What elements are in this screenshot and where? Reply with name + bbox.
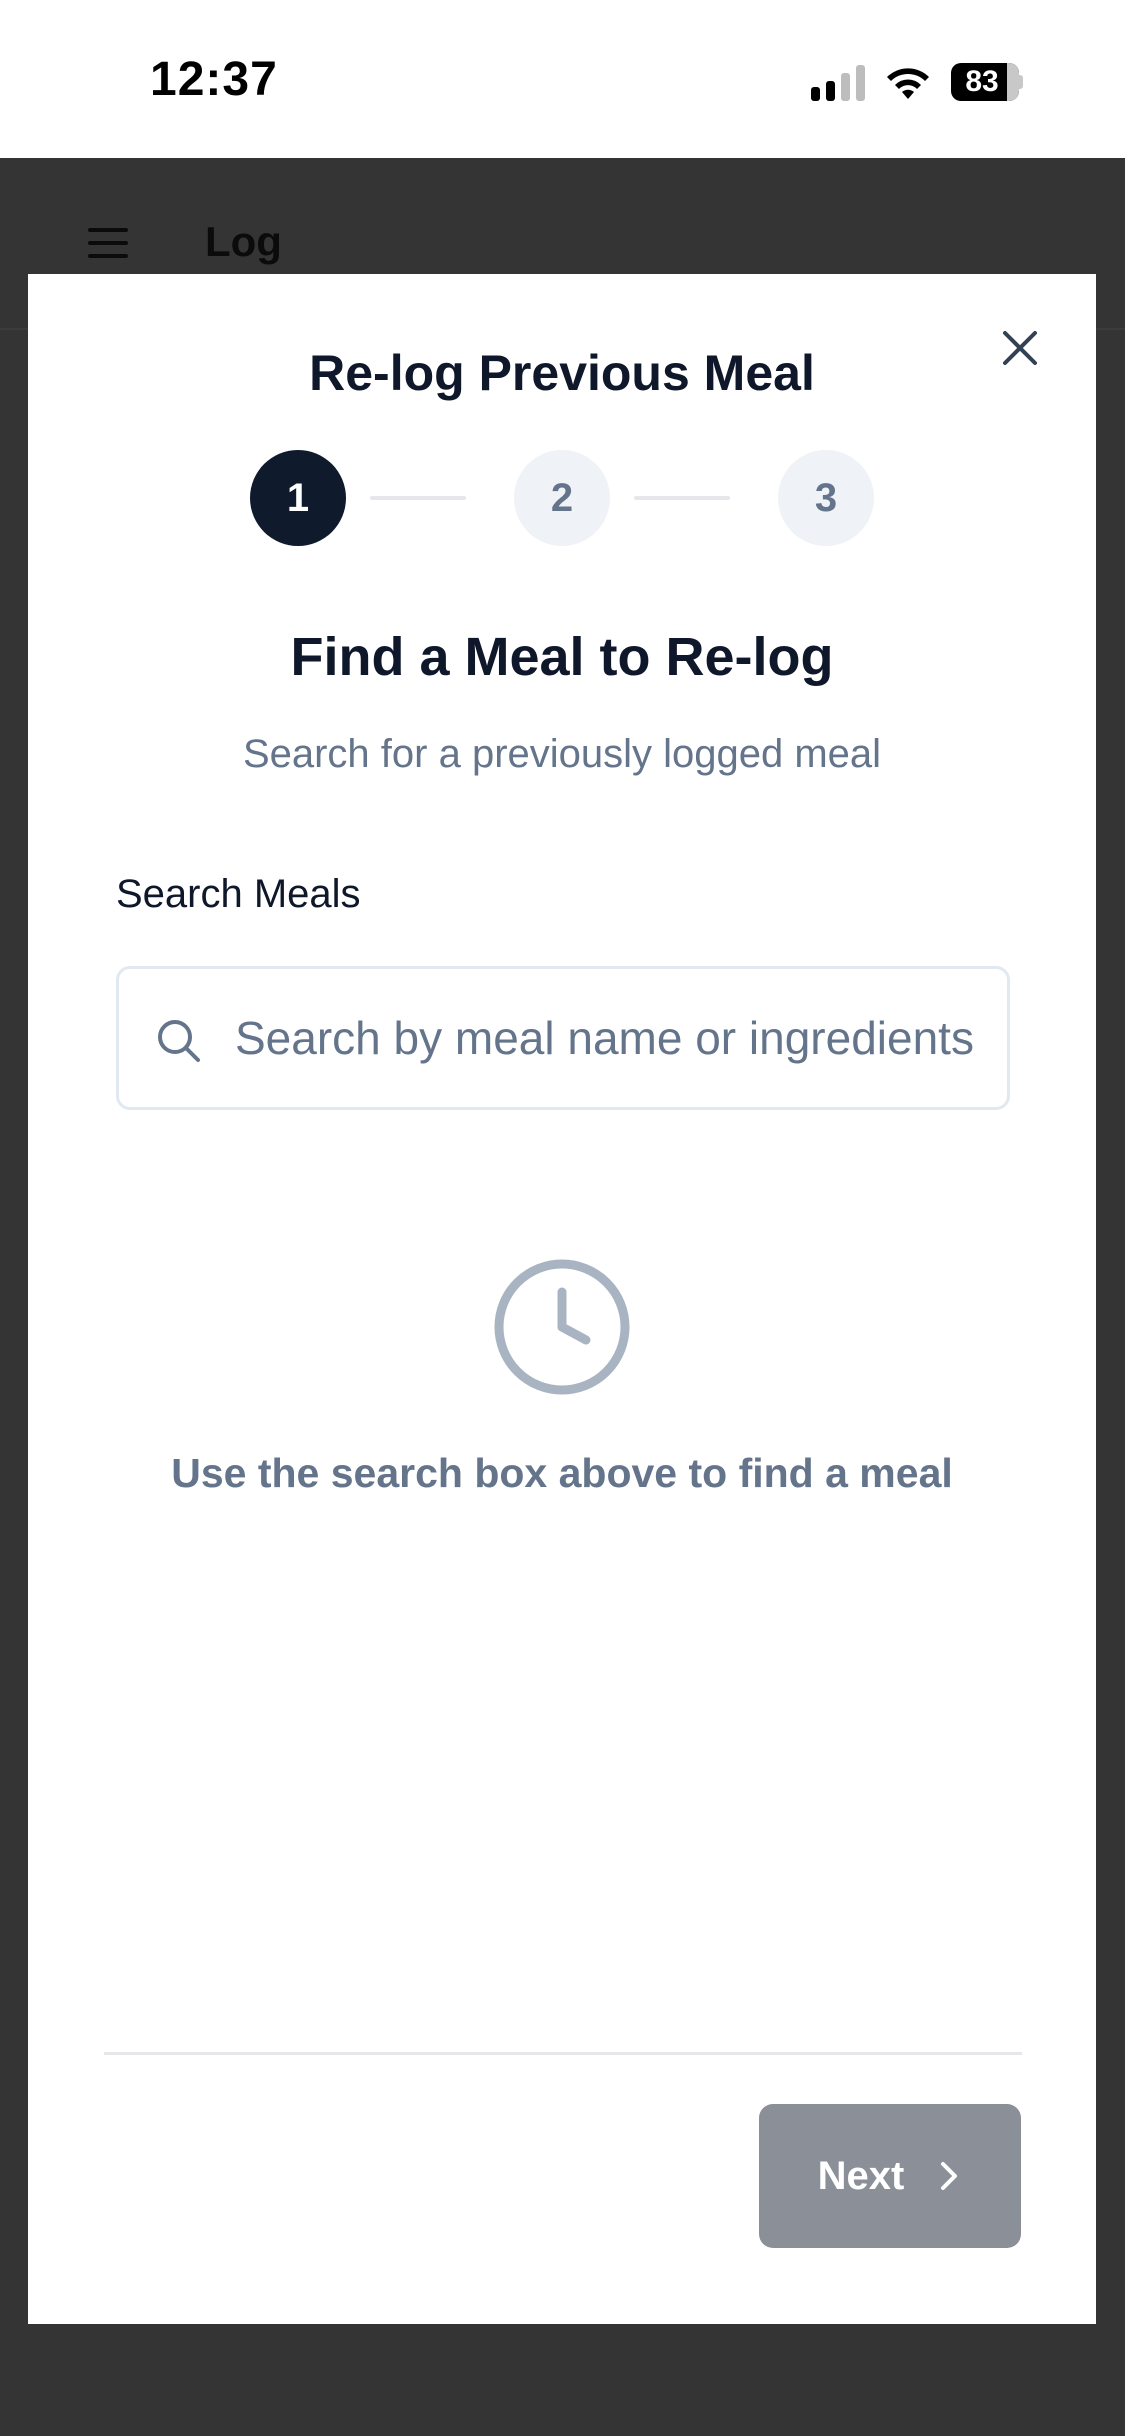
section-heading: Find a Meal to Re-log — [290, 627, 834, 687]
step-2: 2 — [514, 450, 610, 546]
battery-icon: 83 — [951, 63, 1023, 101]
status-bar: 12:37 83 — [0, 0, 1125, 158]
section-subtitle: Search for a previously logged meal — [242, 732, 882, 776]
battery-level: 83 — [965, 65, 999, 98]
stepper: 1 2 3 — [250, 450, 880, 546]
wifi-icon — [887, 68, 929, 99]
search-input[interactable] — [235, 969, 975, 1107]
clock-icon — [494, 1259, 630, 1395]
header-title: Log — [205, 218, 282, 265]
search-box[interactable] — [116, 966, 1010, 1110]
cellular-signal-icon — [811, 63, 865, 101]
modal-title: Re-log Previous Meal — [309, 345, 815, 401]
search-meals-label: Search Meals — [116, 872, 361, 916]
hamburger-menu-icon[interactable] — [88, 228, 128, 258]
empty-state-text: Use the search box above to find a meal — [171, 1450, 953, 1496]
search-icon — [158, 1020, 200, 1062]
status-icons: 83 — [811, 60, 1023, 104]
step-1: 1 — [250, 450, 346, 546]
step-3: 3 — [778, 450, 874, 546]
next-button[interactable]: Next — [759, 2104, 1021, 2248]
chevron-right-icon — [941, 2162, 958, 2190]
relog-meal-modal: Re-log Previous Meal 1 2 3 Find a Meal t… — [28, 274, 1096, 2324]
footer-divider — [104, 2052, 1022, 2055]
status-time: 12:37 — [150, 53, 278, 106]
step-connector — [634, 496, 730, 500]
step-connector — [370, 496, 466, 500]
next-button-label: Next — [817, 2153, 905, 2198]
